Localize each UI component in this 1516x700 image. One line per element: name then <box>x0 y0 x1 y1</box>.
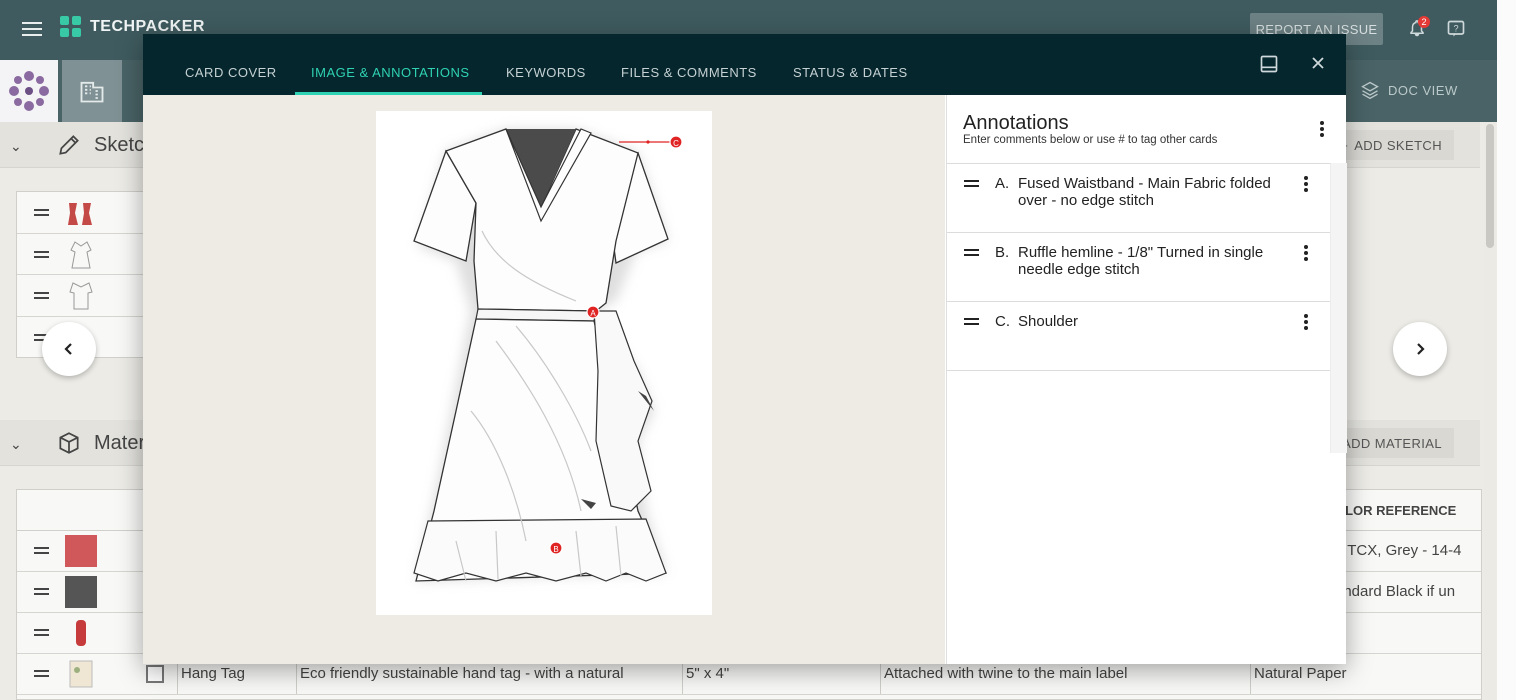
annotations-list: A. Fused Waistband - Main Fabric folded … <box>947 163 1331 453</box>
svg-text:C: C <box>673 139 679 148</box>
add-sketch-label: ADD SKETCH <box>1354 137 1442 153</box>
hamburger-icon[interactable] <box>22 20 44 38</box>
drag-handle-icon[interactable] <box>34 629 49 636</box>
annotation-letter: B. <box>995 244 1010 261</box>
tab-card-cover[interactable]: CARD COVER <box>185 65 277 80</box>
annotation-item[interactable]: B. Ruffle hemline - 1/8" Turned in singl… <box>947 233 1330 302</box>
annotation-item[interactable]: A. Fused Waistband - Main Fabric folded … <box>947 164 1330 233</box>
window-edge <box>1497 0 1516 700</box>
annotation-letter: C. <box>995 313 1010 330</box>
notification-count-badge: 2 <box>1418 16 1430 28</box>
close-modal-button[interactable] <box>1311 56 1325 75</box>
annotations-subtitle: Enter comments below or use # to tag oth… <box>963 134 1218 146</box>
drag-handle-icon[interactable] <box>964 249 979 256</box>
color-reference-cell: Natural Paper <box>1254 665 1347 682</box>
list-item[interactable] <box>17 192 155 234</box>
notifications-button[interactable]: 2 <box>1408 16 1430 39</box>
annotation-menu-button[interactable] <box>1303 176 1309 194</box>
company-logo[interactable] <box>0 60 58 122</box>
scrollbar-thumb[interactable] <box>1486 124 1494 248</box>
sketch-image-frame: A B C <box>376 111 712 615</box>
pencil-icon <box>56 132 82 163</box>
svg-text:A: A <box>590 309 596 318</box>
drag-handle-icon[interactable] <box>34 250 49 258</box>
material-swatch <box>65 576 97 608</box>
next-card-button[interactable] <box>1393 322 1447 376</box>
doc-view-button[interactable]: DOC VIEW <box>1360 75 1480 105</box>
add-material-label: ADD MATERIAL <box>1342 435 1442 451</box>
list-item[interactable] <box>17 234 155 275</box>
annotations-panel: Annotations Enter comments below or use … <box>946 95 1347 664</box>
hang-tag-thumbnail <box>69 660 93 688</box>
drag-handle-icon[interactable] <box>34 292 49 299</box>
company-button[interactable] <box>62 60 122 122</box>
annotations-menu-button[interactable] <box>1319 121 1325 139</box>
panel-toggle-button[interactable] <box>1259 54 1279 79</box>
add-sketch-button[interactable]: + ADD SKETCH <box>1328 130 1454 160</box>
annotation-text[interactable]: Ruffle hemline - 1/8" Turned in single n… <box>1018 244 1288 278</box>
list-item[interactable] <box>17 275 155 317</box>
drag-handle-icon[interactable] <box>964 180 979 187</box>
cube-icon <box>56 430 82 461</box>
annotation-item[interactable]: C. Shoulder <box>947 302 1330 371</box>
material-name-cell: Hang Tag <box>181 665 245 682</box>
close-icon <box>1312 57 1324 69</box>
annotation-menu-button[interactable] <box>1303 245 1309 263</box>
layers-icon <box>1361 81 1379 100</box>
collapse-chevron-icon[interactable]: ⌄ <box>10 436 22 453</box>
tab-keywords[interactable]: KEYWORDS <box>506 65 586 80</box>
row-checkbox[interactable] <box>146 665 164 683</box>
chevron-right-icon <box>1417 343 1425 355</box>
annotation-text[interactable]: Shoulder <box>1018 313 1288 330</box>
drag-handle-icon[interactable] <box>964 318 979 325</box>
tab-image-annotations[interactable]: IMAGE & ANNOTATIONS <box>311 65 470 80</box>
annotations-title: Annotations <box>963 112 1069 134</box>
drag-handle-icon[interactable] <box>34 588 49 595</box>
sketch-thumbnail <box>70 240 92 268</box>
material-placement-cell: Attached with twine to the main label <box>884 665 1128 682</box>
techpacker-logo-icon <box>60 16 82 38</box>
sketch-thumbnail <box>68 203 92 225</box>
annotations-scrollbar[interactable] <box>1331 163 1347 453</box>
tab-files-comments[interactable]: FILES & COMMENTS <box>621 65 757 80</box>
annotation-canvas[interactable]: A B C <box>143 95 945 664</box>
svg-text:?: ? <box>1453 24 1458 34</box>
wrap-dress-sketch: A B C <box>413 128 683 582</box>
add-material-button[interactable]: ADD MATERIAL <box>1330 428 1454 458</box>
flower-logo-icon <box>9 71 49 111</box>
annotation-marker-b[interactable]: B <box>549 541 563 555</box>
page-scrollbar[interactable] <box>1484 122 1496 700</box>
annotation-marker-c[interactable]: C <box>669 135 683 149</box>
modal-header: CARD COVER IMAGE & ANNOTATIONS KEYWORDS … <box>143 34 1346 95</box>
panel-icon <box>1260 55 1278 73</box>
section-title: Mater <box>94 432 146 454</box>
annotation-marker-a[interactable]: A <box>586 305 600 319</box>
material-swatch <box>65 535 97 567</box>
annotation-menu-button[interactable] <box>1303 314 1309 332</box>
building-icon <box>80 81 104 103</box>
section-title: Sketc <box>94 134 145 156</box>
doc-view-label: DOC VIEW <box>1388 82 1458 98</box>
chevron-left-icon <box>64 343 72 355</box>
color-reference-cell: 3 TCX, Grey - 14-4 <box>1335 542 1462 559</box>
color-reference-header: OLOR REFERENCE <box>1335 503 1457 518</box>
help-chat-icon: ? <box>1447 20 1465 37</box>
annotation-text[interactable]: Fused Waistband - Main Fabric folded ove… <box>1018 175 1288 209</box>
svg-text:B: B <box>553 545 558 554</box>
help-button[interactable]: ? <box>1446 19 1466 39</box>
drag-handle-icon[interactable] <box>34 547 49 554</box>
drag-handle-icon[interactable] <box>34 209 49 216</box>
material-description-cell: Eco friendly sustainable hand tag - with… <box>300 665 624 682</box>
tab-status-dates[interactable]: STATUS & DATES <box>793 65 908 80</box>
drag-handle-icon[interactable] <box>34 670 49 677</box>
thread-spool-thumbnail <box>76 620 86 646</box>
collapse-chevron-icon[interactable]: ⌄ <box>10 138 22 155</box>
material-size-cell: 5" x 4" <box>686 665 730 682</box>
annotation-letter: A. <box>995 175 1010 192</box>
previous-card-button[interactable] <box>42 322 96 376</box>
card-modal: CARD COVER IMAGE & ANNOTATIONS KEYWORDS … <box>143 34 1347 664</box>
sketch-thumbnail <box>69 282 93 310</box>
color-reference-cell: andard Black if un <box>1335 583 1456 600</box>
